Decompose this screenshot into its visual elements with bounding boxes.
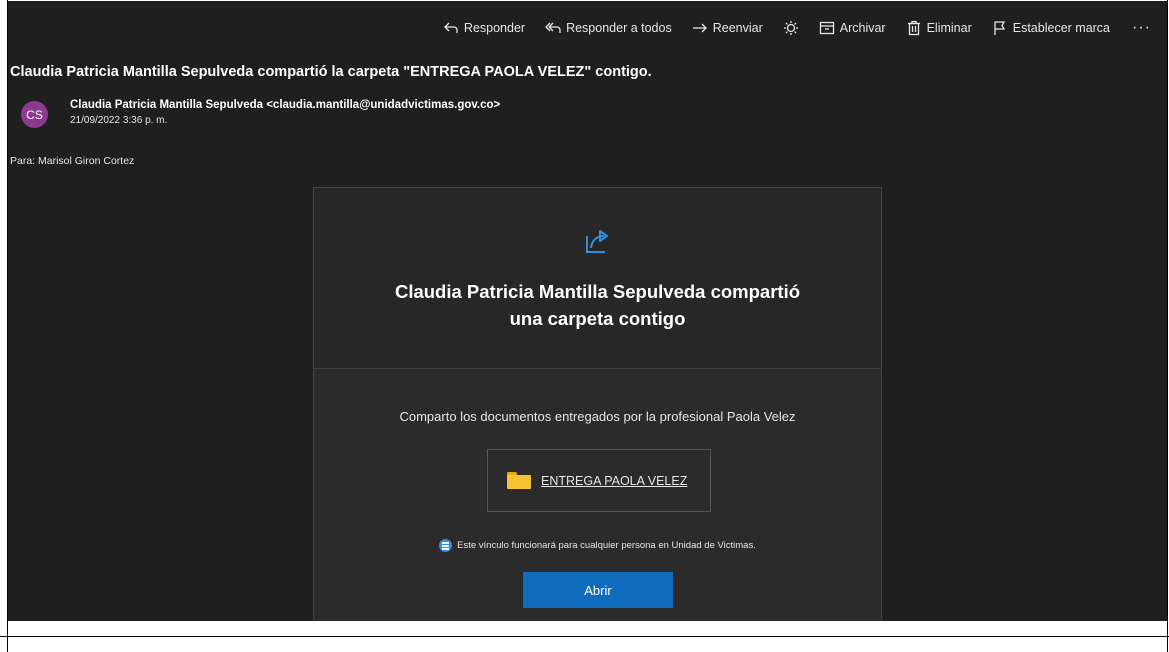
archive-icon <box>819 21 834 35</box>
recipient-line: Para: Marisol Giron Cortez <box>10 155 135 167</box>
reply-icon <box>444 22 458 33</box>
reply-button[interactable]: Responder <box>433 15 535 41</box>
reply-all-icon <box>545 22 561 33</box>
email-reading-pane: Responder Responder a todos Reenviar Arc… <box>8 1 1167 621</box>
open-button[interactable]: Abrir <box>523 572 673 608</box>
forward-button[interactable]: Reenviar <box>682 15 773 41</box>
sender-name[interactable]: Claudia Patricia Mantilla Sepulveda <cla… <box>70 99 500 111</box>
reply-all-label: Responder a todos <box>566 21 672 35</box>
sun-icon <box>783 21 798 35</box>
link-notice: Este vínculo funcionará para cualquier p… <box>314 539 881 552</box>
more-icon: ··· <box>1132 19 1151 36</box>
share-card: Claudia Patricia Mantilla Sepulveda comp… <box>313 187 882 621</box>
theme-button[interactable] <box>773 15 809 41</box>
share-card-title-line1: Claudia Patricia Mantilla Sepulveda comp… <box>394 281 801 302</box>
frame-right-border <box>1167 0 1168 652</box>
flag-label: Establecer marca <box>1012 21 1111 35</box>
frame-bottom-border <box>0 636 1169 637</box>
reply-all-button[interactable]: Responder a todos <box>535 15 682 41</box>
email-subject: Claudia Patricia Mantilla Sepulveda comp… <box>10 64 652 80</box>
share-message: Comparto los documentos entregados por l… <box>399 409 796 424</box>
avatar[interactable]: CS <box>21 101 48 128</box>
folder-name[interactable]: ENTREGA PAOLA VELEZ <box>541 474 687 488</box>
trash-icon <box>907 20 920 36</box>
share-card-title: Claudia Patricia Mantilla Sepulveda comp… <box>363 278 833 332</box>
link-notice-text: Este vínculo funcionará para cualquier p… <box>457 540 756 551</box>
share-card-header: Claudia Patricia Mantilla Sepulveda comp… <box>314 188 881 369</box>
share-card-title-line2: una carpeta contigo <box>509 308 686 329</box>
globe-icon <box>439 539 453 552</box>
folder-icon <box>507 471 531 490</box>
forward-icon <box>692 23 707 33</box>
archive-button[interactable]: Archivar <box>809 15 896 41</box>
delete-button[interactable]: Eliminar <box>896 15 982 41</box>
sender-block: CS Claudia Patricia Mantilla Sepulveda <… <box>21 99 500 128</box>
forward-label: Reenviar <box>712 21 763 35</box>
share-icon <box>583 226 613 256</box>
flag-button[interactable]: Establecer marca <box>982 15 1120 41</box>
flag-icon <box>994 21 1005 35</box>
more-options-button[interactable]: ··· <box>1120 15 1157 41</box>
sender-info: Claudia Patricia Mantilla Sepulveda <cla… <box>70 99 500 126</box>
sent-date: 21/09/2022 3:36 p. m. <box>70 115 168 126</box>
delete-label: Eliminar <box>926 21 972 35</box>
share-card-body: Comparto los documentos entregados por l… <box>314 369 881 621</box>
archive-label: Archivar <box>839 21 886 35</box>
folder-link[interactable]: ENTREGA PAOLA VELEZ <box>487 449 711 512</box>
reply-label: Responder <box>463 21 526 35</box>
message-toolbar: Responder Responder a todos Reenviar Arc… <box>433 15 1157 41</box>
